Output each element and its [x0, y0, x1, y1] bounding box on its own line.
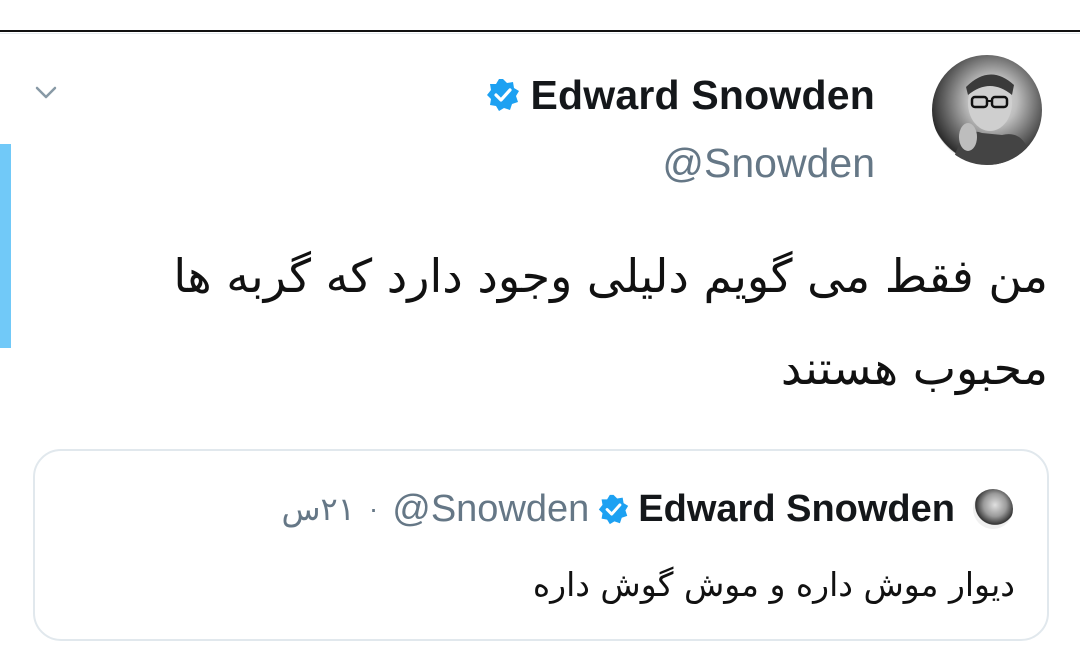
quoted-tweet-text: دیوار موش داره و موش گوش داره	[532, 565, 1015, 604]
quoted-avatar	[973, 489, 1013, 529]
verified-badge-icon	[485, 77, 521, 113]
thread-accent-bar	[0, 144, 11, 348]
quoted-tweet-header: ۲۱س · @Snowden Edward Snowden	[281, 485, 1013, 533]
top-bar	[0, 0, 1080, 32]
author-name: Edward Snowden	[530, 71, 875, 118]
avatar[interactable]	[932, 55, 1042, 165]
divider	[0, 33, 1080, 34]
quoted-time: ۲۱س	[281, 490, 355, 528]
tweet-text: من فقط می گویم دلیلی وجود دارد که گربه ه…	[173, 249, 1048, 395]
separator-dot: ·	[368, 493, 379, 524]
quoted-author-handle: @Snowden	[392, 487, 590, 530]
chevron-down-icon[interactable]	[34, 84, 58, 102]
author-handle: @Snowden	[662, 140, 875, 186]
quoted-tweet[interactable]: ۲۱س · @Snowden Edward Snowden دیوار موش …	[33, 449, 1049, 641]
quoted-author-name: Edward Snowden	[638, 487, 955, 530]
tweet-author[interactable]: Edward Snowden	[485, 70, 876, 120]
verified-badge-icon	[597, 493, 630, 526]
